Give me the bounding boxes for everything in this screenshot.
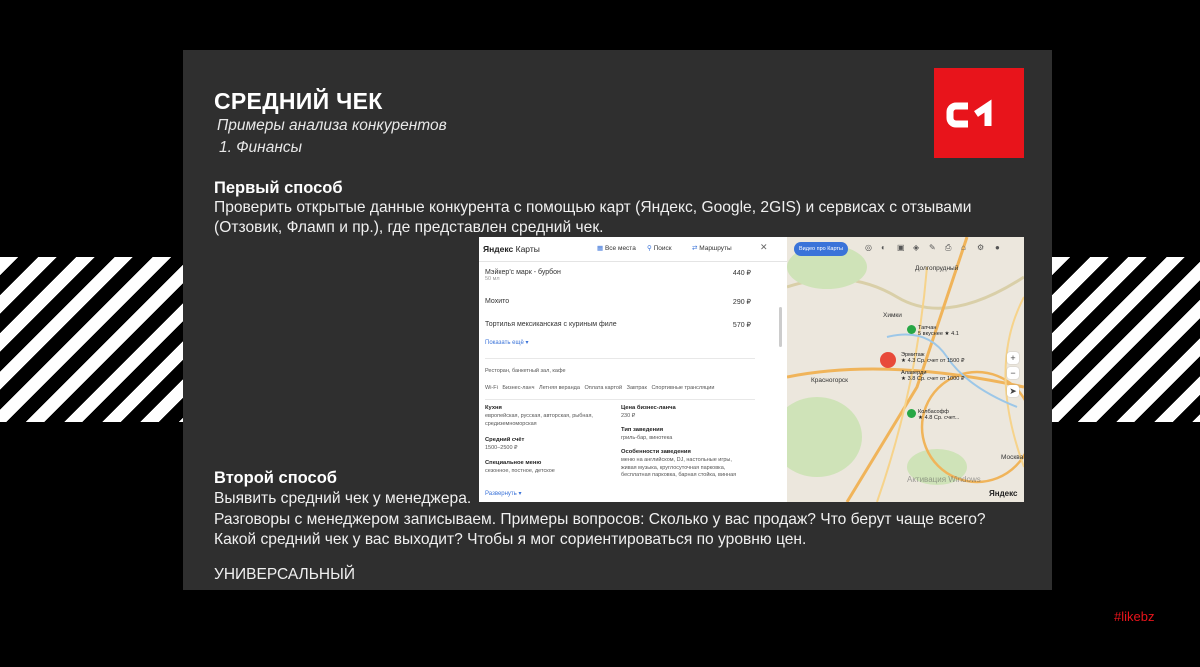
slide: СРЕДНИЙ ЧЕК Примеры анализа конкурентов … [183, 50, 1052, 590]
place-khimki: Химки [883, 312, 902, 319]
print-icon[interactable]: ⎙ [945, 243, 951, 253]
avg-check-value: 1500–2500 ₽ [485, 445, 518, 451]
windows-watermark: Активация Windows [907, 475, 981, 484]
nav-search[interactable]: ⚲ Поиск [647, 244, 672, 252]
layers-icon[interactable]: ◎ [865, 243, 872, 252]
menu-item: Мэйкер'с марк - бурбон 50 мл 440 ₽ [485, 269, 751, 282]
video-about-maps-button[interactable]: Видео про Карты [794, 242, 848, 256]
selected-restaurant-pin-icon[interactable] [880, 352, 896, 368]
subtitle-finance: 1. Финансы [219, 139, 303, 156]
share-icon[interactable]: ⌂ [961, 243, 966, 252]
traffic-icon[interactable]: ◐ [881, 243, 886, 252]
first-method-line-1: Проверить открытые данные конкурента с п… [214, 199, 972, 216]
nav-routes[interactable]: ⇄ Маршруты [692, 244, 732, 252]
footer-label: УНИВЕРСАЛЬНЫЙ [214, 566, 355, 583]
search-icon: ⚲ [647, 245, 652, 252]
cuisine-label: Кухня [485, 405, 502, 411]
venue-type-value: гриль-бар, винотека [621, 435, 673, 441]
place-krasnogorsk: Красногорск [811, 377, 849, 384]
venue-type-label: Тип заведения [621, 427, 664, 433]
nav-all-places[interactable]: ▦ Все места [597, 244, 636, 252]
map-view[interactable]: Видео про Карты ◎ ◐ ▣ ◈ ✎ ⎙ ⌂ ⚙ ● Долгоп… [787, 237, 1024, 502]
avg-check-label: Средний счёт [485, 437, 525, 443]
grid-icon: ▦ [597, 245, 604, 252]
map-layers-icon[interactable]: ◈ [913, 243, 919, 252]
restaurant-pin-icon[interactable] [907, 409, 916, 418]
locate-me-button[interactable]: ➤ [1007, 385, 1019, 397]
close-icon[interactable]: ✕ [760, 242, 768, 253]
second-method-heading: Второй способ [214, 469, 337, 487]
special-menu-value: сезонное, постное, детское [485, 468, 555, 474]
settings-icon[interactable]: ⚙ [977, 243, 984, 252]
decorative-stripes-left [0, 257, 183, 422]
zoom-in-button[interactable]: + [1007, 352, 1019, 364]
decorative-stripes-right [1052, 257, 1200, 422]
place-features: Wi-Fi Бизнес-ланч Летняя веранда Оплата … [485, 385, 715, 391]
yandex-maps-brand: Яндекс Карты [483, 244, 540, 254]
place-category: Ресторан, банкетный зал, кафе [485, 368, 566, 374]
yandex-map-logo: Яндекс [989, 489, 1018, 498]
business-lunch-value: 230 ₽ [621, 413, 636, 419]
menu-item: Мохито 290 ₽ [485, 298, 751, 306]
yandex-maps-screenshot: Яндекс Карты ▦ Все места ⚲ Поиск ⇄ Маршр… [479, 237, 1024, 502]
menu-item: Тортилья мексиканская с куриным филе 570… [485, 321, 751, 329]
hashtag[interactable]: #likebz [1114, 609, 1154, 624]
zoom-out-button[interactable]: − [1007, 367, 1019, 379]
place-moskva: Москва [1001, 454, 1024, 461]
special-menu-label: Специальное меню [485, 460, 542, 466]
pin-label-ermitazh: Эрмитаж ★ 4.3 Ср. счет от 1500 ₽ [901, 352, 965, 364]
scrollbar[interactable] [779, 307, 782, 347]
route-icon: ⇄ [692, 245, 698, 252]
divider [485, 399, 755, 400]
second-method-line-1: Выявить средний чек у менеджера. [214, 490, 472, 507]
restaurant-pin-icon[interactable] [907, 325, 916, 334]
first-method-line-2: (Отзовик, Фламп и пр.), где представлен … [214, 219, 604, 236]
place-dolgoprudny: Долгопрудный [915, 265, 959, 272]
map-toolbar: Видео про Карты ◎ ◐ ▣ ◈ ✎ ⎙ ⌂ ⚙ ● [787, 237, 1024, 257]
business-lunch-label: Цена бизнес-ланча [621, 405, 676, 411]
transport-icon[interactable]: ▣ [897, 243, 905, 252]
show-more-link[interactable]: Показать ещё ▾ [485, 339, 528, 346]
second-method-line-3: Какой средний чек у вас выходит? Чтобы я… [214, 531, 807, 548]
pin-label-tapan: Тапчан 5 вкуснее ★ 4.1 [918, 325, 959, 337]
subtitle: Примеры анализа конкурентов [217, 117, 447, 134]
divider [485, 358, 755, 359]
expand-link[interactable]: Развернуть ▾ [485, 490, 521, 497]
venue-features-label: Особенности заведения [621, 449, 691, 455]
pin-label-kolbasoff: Колбасофф ★ 4.8 Ср. счет... [918, 409, 960, 421]
cuisine-value: европейская, русская, авторская, рыбная,… [485, 413, 593, 427]
c1-logo-icon [934, 68, 1024, 158]
page-title: СРЕДНИЙ ЧЕК [214, 88, 383, 114]
pin-label-alaverdi: Алаверди ★ 3.8 Ср. счет от 1000 ₽ [901, 370, 965, 382]
second-method-line-2: Разговоры с менеджером записываем. Приме… [214, 511, 986, 528]
first-method-heading: Первый способ [214, 179, 343, 197]
ruler-icon[interactable]: ✎ [929, 243, 936, 252]
venue-features-value: меню на английском, DJ, настольные игры,… [621, 457, 737, 478]
profile-icon[interactable]: ● [995, 243, 1000, 252]
yandex-place-panel: Яндекс Карты ▦ Все места ⚲ Поиск ⇄ Маршр… [479, 237, 789, 502]
yandex-header: Яндекс Карты ▦ Все места ⚲ Поиск ⇄ Маршр… [479, 237, 789, 262]
